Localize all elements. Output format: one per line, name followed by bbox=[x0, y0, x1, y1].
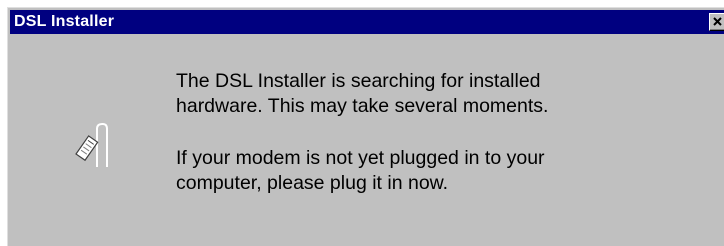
message-line: hardware. This may take several moments. bbox=[176, 95, 549, 117]
message-line: The DSL Installer is searching for insta… bbox=[176, 70, 541, 92]
close-icon bbox=[713, 17, 722, 26]
plug-icon bbox=[67, 119, 117, 169]
window-title: DSL Installer bbox=[14, 13, 115, 30]
plug-in-message: If your modem is not yet plugged in to y… bbox=[176, 146, 676, 196]
message-line: computer, please plug it in now. bbox=[176, 172, 449, 194]
installer-dialog: DSL Installer The DSL Installer is searc… bbox=[7, 7, 724, 246]
close-button[interactable] bbox=[709, 13, 724, 31]
searching-message: The DSL Installer is searching for insta… bbox=[176, 69, 676, 119]
dialog-content: The DSL Installer is searching for insta… bbox=[8, 34, 724, 246]
message-line: If your modem is not yet plugged in to y… bbox=[176, 147, 545, 169]
title-bar[interactable]: DSL Installer bbox=[10, 10, 724, 34]
